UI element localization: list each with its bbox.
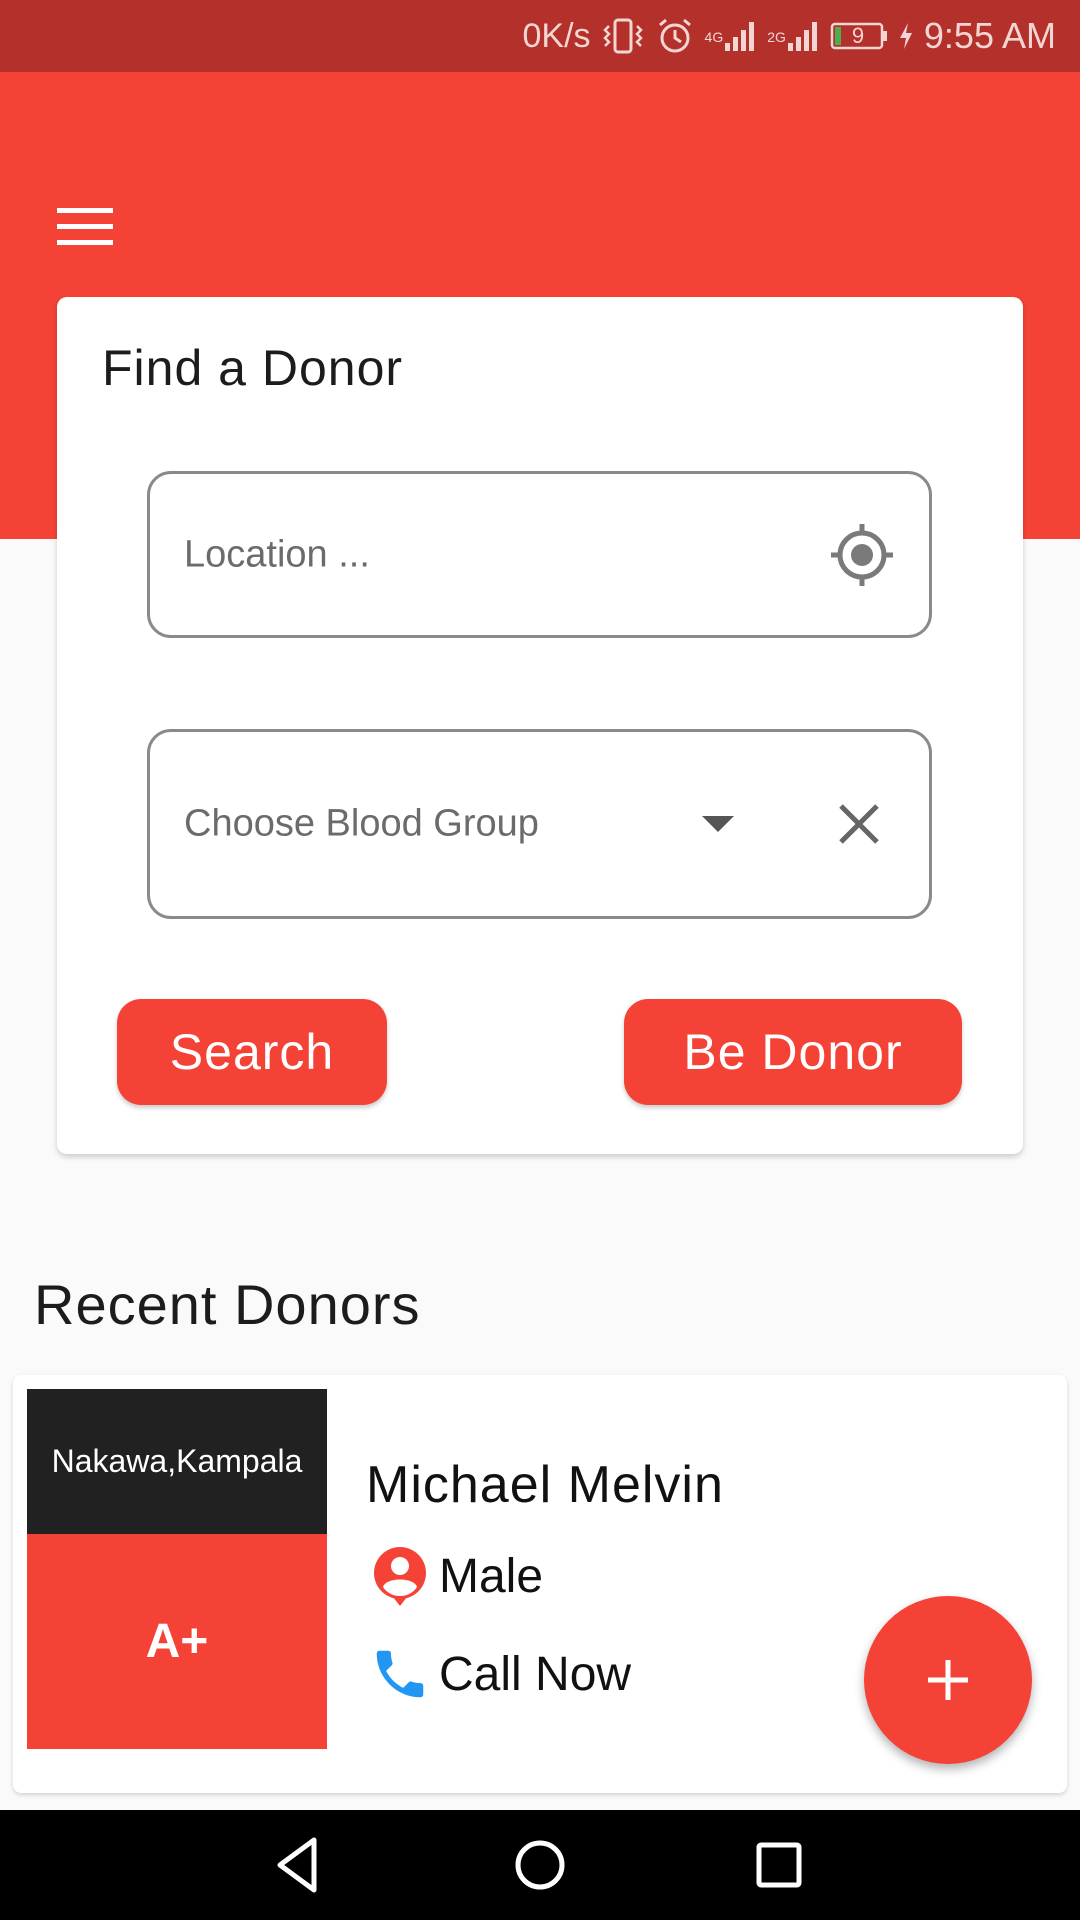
status-bar: 0K/s 4G 2G 9 9:55 AM bbox=[0, 0, 1080, 72]
hamburger-menu-icon bbox=[57, 208, 113, 245]
donor-location: Nakawa,Kampala bbox=[27, 1389, 327, 1534]
menu-button[interactable] bbox=[40, 187, 130, 267]
donor-gender: Male bbox=[439, 1549, 544, 1603]
phone-icon bbox=[376, 1650, 424, 1698]
plus-icon bbox=[928, 1660, 968, 1700]
call-now-label: Call Now bbox=[439, 1647, 632, 1701]
call-now-button[interactable]: Call Now bbox=[369, 1643, 631, 1705]
donor-gender-row: Male bbox=[369, 1545, 543, 1607]
network-speed: 0K/s bbox=[522, 16, 591, 55]
add-fab-button[interactable] bbox=[864, 1596, 1032, 1764]
person-icon bbox=[374, 1547, 426, 1606]
find-donor-title: Find a Donor bbox=[102, 340, 404, 396]
recents-icon[interactable] bbox=[746, 1832, 812, 1898]
dropdown-arrow-icon[interactable] bbox=[698, 812, 738, 836]
battery-icon: 9 bbox=[830, 21, 888, 51]
location-placeholder: Location ... bbox=[184, 533, 370, 575]
donor-name: Michael Melvin bbox=[366, 1456, 724, 1514]
be-donor-button[interactable]: Be Donor bbox=[624, 999, 962, 1105]
back-icon[interactable] bbox=[266, 1832, 332, 1898]
blood-group-placeholder: Choose Blood Group bbox=[184, 802, 539, 845]
signal-4g-icon: 4G bbox=[705, 19, 758, 53]
close-icon[interactable] bbox=[837, 802, 881, 846]
location-input[interactable]: Location ... bbox=[147, 471, 932, 638]
home-icon[interactable] bbox=[507, 1832, 573, 1898]
gps-locate-icon[interactable] bbox=[829, 522, 895, 588]
donor-blood-group: A+ bbox=[27, 1534, 327, 1749]
recent-donors-title: Recent Donors bbox=[34, 1273, 421, 1336]
signal-2g-icon: 2G bbox=[767, 19, 820, 53]
vibrate-icon bbox=[601, 16, 645, 56]
system-nav-bar bbox=[0, 1810, 1080, 1920]
blood-group-select[interactable]: Choose Blood Group bbox=[147, 729, 932, 919]
clock: 9:55 AM bbox=[923, 15, 1056, 56]
battery-level: 9 bbox=[851, 23, 865, 48]
find-donor-card: Find a Donor Location ... Choose Blood G… bbox=[57, 297, 1023, 1154]
search-button[interactable]: Search bbox=[117, 999, 387, 1105]
charging-icon bbox=[898, 21, 914, 51]
alarm-icon bbox=[655, 16, 695, 56]
